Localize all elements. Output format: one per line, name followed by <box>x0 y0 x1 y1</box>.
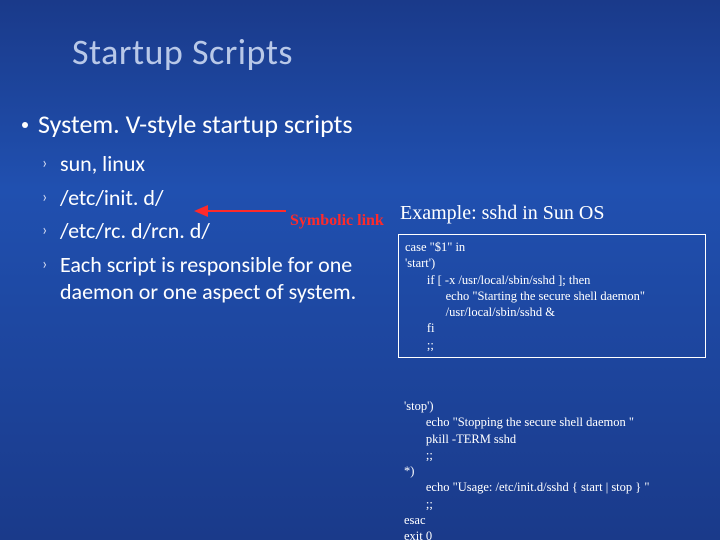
code-block-start: case "$1" in 'start') if [ -x /usr/local… <box>398 234 706 358</box>
chevron-right-icon: › <box>42 221 47 241</box>
main-bullet-text: System. V-style startup scripts <box>38 108 353 140</box>
code-block-stop: 'stop') echo "Stopping the secure shell … <box>398 396 706 540</box>
example-title: Example: sshd in Sun OS <box>400 202 604 225</box>
chevron-right-icon: › <box>42 154 47 174</box>
list-item: › sun, linux <box>60 150 390 178</box>
list-item-text: Each script is responsible for one daemo… <box>60 251 356 306</box>
bullet-dot-icon <box>22 122 28 128</box>
arrow-left-icon <box>194 200 288 222</box>
list-item: › Each script is responsible for one dae… <box>60 251 390 306</box>
sub-bullet-list: › sun, linux › /etc/init. d/ › /etc/rc. … <box>60 150 390 312</box>
list-item-text: /etc/init. d/ <box>60 184 163 211</box>
list-item-text: sun, linux <box>60 150 145 177</box>
list-item-text: /etc/rc. d/rcn. d/ <box>60 217 210 244</box>
symbolic-link-label: Symbolic link <box>290 212 384 230</box>
chevron-right-icon: › <box>42 188 47 208</box>
chevron-right-icon: › <box>42 255 47 275</box>
slide-title: Startup Scripts <box>72 30 293 74</box>
main-bullet: System. V-style startup scripts <box>38 108 353 140</box>
